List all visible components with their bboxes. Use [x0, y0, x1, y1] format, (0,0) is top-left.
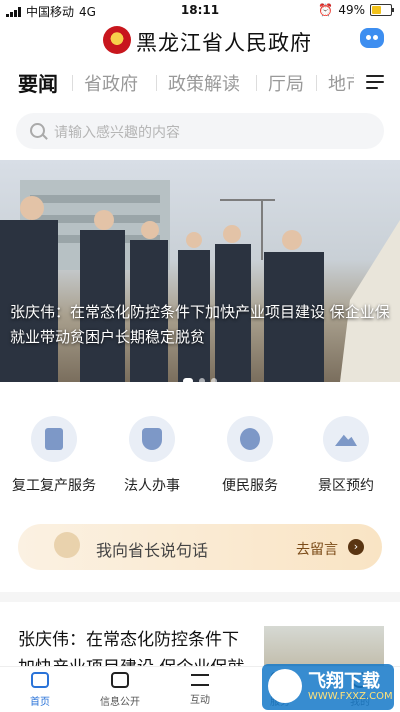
search-bar[interactable]: 请输入感兴趣的内容: [16, 113, 384, 149]
battery-icon: [370, 4, 394, 16]
tab-divider: [72, 75, 73, 91]
menu-icon[interactable]: [366, 75, 384, 91]
service-label: 便民服务: [222, 478, 278, 494]
tab-divider: [316, 75, 317, 91]
watermark-title: 飞翔下载: [308, 671, 380, 692]
headline-banner[interactable]: 张庆伟：在常态化防控条件下加快产业项目建设 保企业保就业带动贫困户长期稳定脱贫: [0, 160, 400, 382]
tab-home[interactable]: 首页: [0, 667, 80, 708]
download-site-watermark: 飞翔下载 WWW.FXXZ.COM: [262, 664, 394, 710]
tab-interaction[interactable]: 互动: [160, 667, 240, 706]
carousel-dot[interactable]: [211, 378, 217, 382]
heart-hand-icon: [227, 416, 273, 462]
tab-provincial-government[interactable]: 省政府: [84, 70, 138, 96]
status-right: ⏰ 49%: [318, 3, 394, 17]
search-placeholder[interactable]: 请输入感兴趣的内容: [54, 122, 180, 142]
shield-person-icon: [129, 416, 175, 462]
section-divider: [0, 592, 400, 602]
leave-message-link[interactable]: 去留言: [296, 539, 338, 559]
search-icon: [30, 123, 45, 138]
robot-assistant-icon[interactable]: [360, 28, 384, 48]
carousel-dot[interactable]: [199, 378, 205, 382]
carousel-dot[interactable]: [183, 378, 193, 382]
tab-news[interactable]: 要闻: [18, 68, 58, 97]
news-list-item[interactable]: 张庆伟：在常态化防控条件下加快产业项目建设 保企业保就: [0, 602, 400, 666]
news-thumbnail[interactable]: [264, 626, 384, 666]
national-emblem-icon: [103, 26, 131, 54]
chevron-right-icon[interactable]: ›: [348, 539, 364, 555]
service-convenience[interactable]: 便民服务: [200, 412, 300, 495]
tab-cities[interactable]: 地市: [328, 70, 354, 96]
tab-departments[interactable]: 厅局: [268, 70, 304, 96]
watermark-logo-icon: [268, 669, 302, 703]
message-decoration-icon: [54, 532, 80, 558]
tab-label: 首页: [30, 697, 50, 708]
home-icon: [31, 672, 49, 688]
mountain-icon: [323, 416, 369, 462]
service-legal-entity[interactable]: 法人办事: [102, 412, 202, 495]
message-governor-bar[interactable]: 我向省长说句话 去留言 ›: [18, 524, 382, 570]
status-bar: 中国移动 4G 18:11 ⏰ 49%: [0, 0, 400, 22]
tab-divider: [156, 75, 157, 91]
channel-tabs: 要闻 省政府 政策解读 厅局 地市: [0, 66, 400, 100]
tab-label: 互动: [190, 695, 210, 706]
battery-fill: [372, 6, 381, 14]
exchange-icon: [191, 674, 209, 686]
service-shortcuts: 复工复产服务 法人办事 便民服务 景区预约: [0, 412, 400, 502]
tab-policy-interpretation[interactable]: 政策解读: [168, 70, 240, 96]
battery-percent: 49%: [338, 3, 365, 17]
watermark-url: WWW.FXXZ.COM: [308, 691, 393, 702]
alarm-icon: ⏰: [318, 3, 334, 17]
building-icon: [31, 416, 77, 462]
service-resume-production[interactable]: 复工复产服务: [4, 412, 104, 495]
carousel-dots: [0, 369, 400, 382]
document-icon: [111, 672, 129, 688]
message-text: 我向省长说句话: [96, 541, 209, 560]
news-title[interactable]: 张庆伟：在常态化防控条件下加快产业项目建设 保企业保就: [18, 626, 254, 666]
tab-info-disclosure[interactable]: 信息公开: [80, 667, 160, 708]
app-header: 黑龙江省人民政府: [0, 24, 400, 60]
service-label: 景区预约: [318, 478, 374, 494]
banner-caption[interactable]: 张庆伟：在常态化防控条件下加快产业项目建设 保企业保就业带动贫困户长期稳定脱贫: [10, 300, 390, 350]
app-title: 黑龙江省人民政府: [136, 31, 312, 55]
service-scenic-booking[interactable]: 景区预约: [296, 412, 396, 495]
tab-label: 信息公开: [100, 697, 140, 708]
service-label: 法人办事: [124, 478, 180, 494]
tab-divider: [256, 75, 257, 91]
service-label: 复工复产服务: [12, 478, 96, 494]
